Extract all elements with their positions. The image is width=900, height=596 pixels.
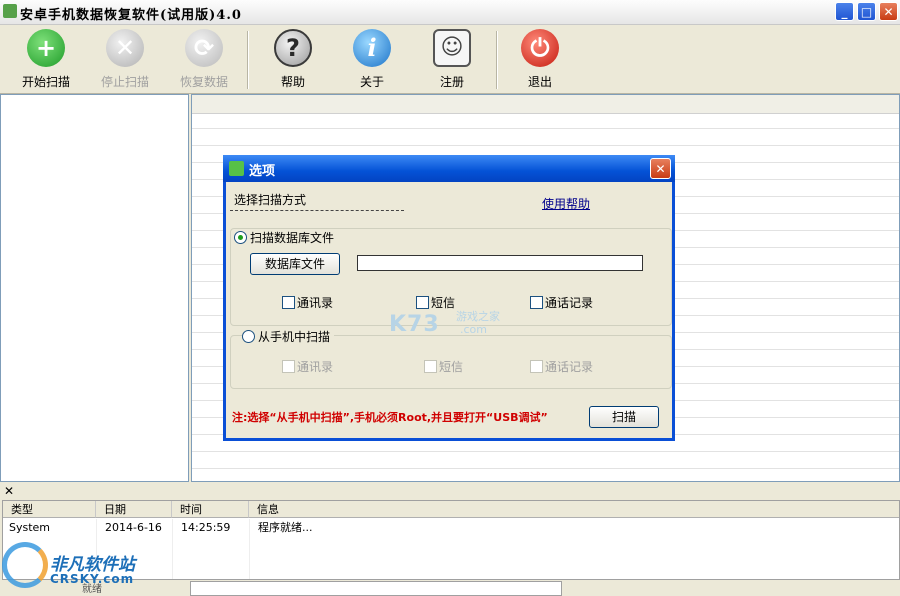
window-close-button[interactable]: ✕ [879,2,898,21]
help-icon: ? [274,29,312,67]
stop-scan-label: 停止扫描 [100,75,149,89]
log-column-divider [249,519,250,579]
db-contacts-checkbox[interactable]: 通讯录 [282,294,333,311]
restore-data-label: 恢复数据 [179,75,228,89]
phone-sms-checkbox[interactable]: 短信 [424,358,463,375]
checkbox-icon [282,360,295,373]
plus-icon: + [27,29,65,67]
phone-contacts-checkbox[interactable]: 通讯录 [282,358,333,375]
category-tree-panel[interactable] [0,94,189,482]
info-icon: i [353,29,391,67]
phone-sms-label: 短信 [439,360,464,374]
checkbox-icon [530,360,543,373]
start-scan-label: 开始扫描 [21,75,70,89]
dialog-titlebar[interactable]: 选项 ✕ [223,155,675,182]
power-icon: ⏻ [521,29,559,67]
results-list-header [192,95,899,114]
db-contacts-label: 通讯录 [297,296,334,310]
stop-scan-button[interactable]: ✕ 停止扫描 [92,29,158,91]
start-scan-button[interactable]: + 开始扫描 [13,29,79,91]
help-label: 帮助 [280,75,305,89]
checkbox-icon [416,296,429,309]
log-cell-info: 程序就绪... [258,521,313,534]
exit-button[interactable]: ⏻ 退出 [507,29,573,91]
register-label: 注册 [439,75,464,89]
log-col-time[interactable]: 时间 [172,501,249,518]
restore-data-button[interactable]: ⟳ 恢复数据 [171,29,237,91]
k73-watermark: K73 [389,312,440,337]
db-sms-label: 短信 [431,296,456,310]
log-col-date[interactable]: 日期 [96,501,172,518]
about-button[interactable]: i 关于 [339,29,405,91]
scan-button[interactable]: 扫描 [589,406,659,428]
checkbox-icon [530,296,543,309]
db-calllog-checkbox[interactable]: 通话记录 [530,294,593,311]
swirl-logo-icon [2,542,48,588]
toolbar-separator [496,31,498,89]
k73-watermark-sub: 游戏之家 [456,310,500,323]
maximize-button[interactable]: □ [857,2,876,21]
log-cell-date: 2014-6-16 [105,521,162,534]
scan-phone-label: 从手机中扫描 [258,330,331,344]
scan-mode-heading: 选择扫描方式 [234,193,307,207]
about-label: 关于 [359,75,384,89]
log-cell-type: System [9,521,51,534]
checkbox-icon [282,296,295,309]
heading-divider [230,210,404,211]
radio-unselected-icon [242,330,255,343]
window-titlebar[interactable]: 安卓手机数据恢复软件(试用版)4.0 _ □ ✕ [0,0,900,25]
toolbar: + 开始扫描 ✕ 停止扫描 ⟳ 恢复数据 ? 帮助 i 关于 ☺ 注册 ⏻ 退出 [0,25,900,94]
usage-help-link[interactable]: 使用帮助 [542,195,590,212]
phone-contacts-label: 通讯录 [297,360,334,374]
log-col-type[interactable]: 类型 [3,501,96,518]
window-title: 安卓手机数据恢复软件(试用版)4.0 [20,8,242,23]
scan-db-label: 扫描数据库文件 [250,231,335,245]
log-col-info[interactable]: 信息 [249,501,899,518]
dialog-close-button[interactable]: ✕ [650,158,671,179]
android-dialog-icon [229,161,244,176]
register-button[interactable]: ☺ 注册 [419,29,485,91]
help-button[interactable]: ? 帮助 [260,29,326,91]
db-calllog-label: 通话记录 [545,296,594,310]
log-cell-time: 14:25:59 [181,521,231,534]
scan-db-radio[interactable]: 扫描数据库文件 [234,229,339,246]
checkbox-icon [424,360,437,373]
crsky-watermark-logo: 非凡软件站 CRSKY.com [2,540,152,596]
status-progress-field [190,581,562,596]
db-file-button[interactable]: 数据库文件 [250,253,340,275]
minimize-button[interactable]: _ [835,2,854,21]
root-requirement-note: 注:选择“从手机中扫描”,手机必须Root,并且要打开“USB调试” [232,411,548,424]
db-path-input[interactable] [357,255,643,271]
log-close-icon[interactable]: ✕ [4,484,14,498]
toolbar-separator [247,31,249,89]
dialog-title: 选项 [249,164,276,179]
radio-selected-icon [234,231,247,244]
phone-calllog-checkbox[interactable]: 通话记录 [530,358,593,375]
stop-icon: ✕ [106,29,144,67]
options-dialog: 选项 ✕ 选择扫描方式 使用帮助 扫描数据库文件 数据库文件 通讯录 短信 通话… [223,155,675,441]
user-icon: ☺ [433,29,471,67]
scan-phone-radio[interactable]: 从手机中扫描 [242,328,335,345]
phone-calllog-label: 通话记录 [545,360,594,374]
refresh-icon: ⟳ [185,29,223,67]
exit-label: 退出 [527,75,552,89]
watermark-domain: CRSKY.com [50,572,135,586]
log-column-divider [172,519,173,579]
db-sms-checkbox[interactable]: 短信 [416,294,455,311]
dialog-body: 选择扫描方式 使用帮助 扫描数据库文件 数据库文件 通讯录 短信 通话记录 K7… [226,182,672,438]
android-app-icon [3,4,17,18]
